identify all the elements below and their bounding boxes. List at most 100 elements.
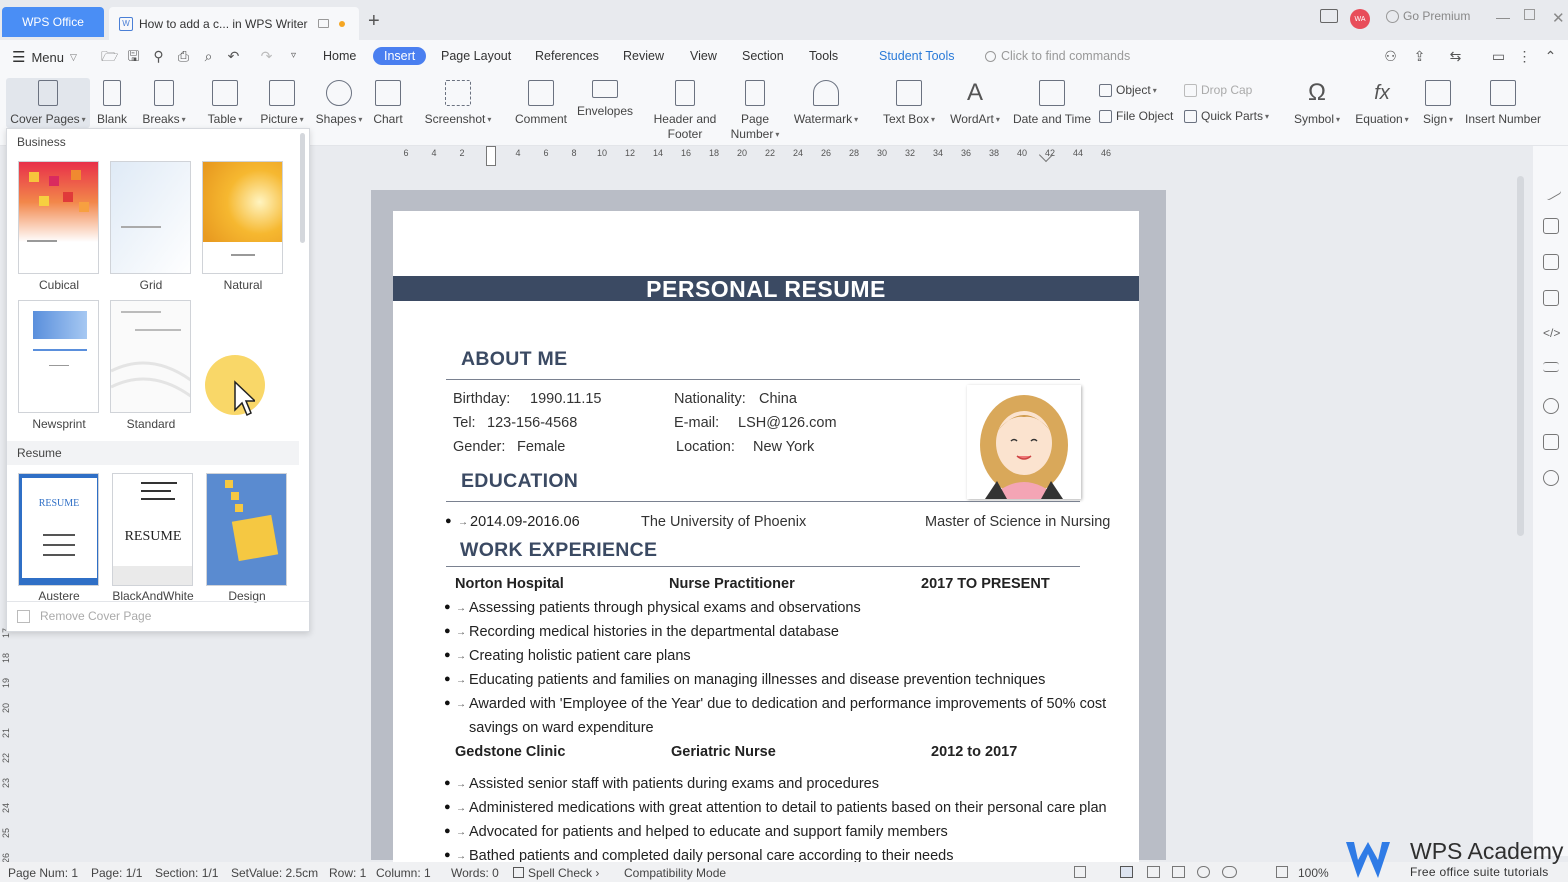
reading-view-icon[interactable]: [1172, 866, 1185, 878]
indent-marker-icon[interactable]: [486, 146, 496, 166]
object-button[interactable]: Object ▾: [1099, 83, 1157, 97]
status-column[interactable]: Column: 1: [376, 866, 431, 880]
fit-page-icon[interactable]: [1276, 866, 1288, 878]
help-icon[interactable]: [1543, 470, 1559, 486]
text-box-button[interactable]: Text Box ▾: [880, 78, 938, 127]
insert-number-button[interactable]: Insert Number: [1464, 78, 1542, 127]
sign-button[interactable]: Sign ▾: [1418, 78, 1458, 127]
select-pointer-icon[interactable]: [1543, 218, 1559, 234]
drop-cap-button[interactable]: Drop Cap: [1184, 83, 1252, 97]
shapes-button[interactable]: Shapes ▾: [314, 78, 364, 127]
wordart-button[interactable]: A WordArt ▾: [944, 78, 1006, 127]
panel-scrollbar[interactable]: [300, 133, 305, 243]
outline-icon[interactable]: [1543, 434, 1559, 450]
menu-button[interactable]: ☰ Menu ▽: [12, 48, 77, 66]
maximize-button[interactable]: [1524, 9, 1535, 20]
redo-icon[interactable]: ↷: [259, 49, 274, 63]
spell-check-button[interactable]: Spell Check ›: [513, 866, 599, 880]
file-object-button[interactable]: File Object: [1099, 109, 1173, 123]
cover-thumb-design[interactable]: [206, 473, 287, 586]
document-page[interactable]: PERSONAL RESUME ABOUT ME Birthday: 1990.…: [393, 211, 1139, 871]
collapse-ribbon-icon[interactable]: ⌃: [1543, 49, 1558, 63]
vertical-scrollbar[interactable]: [1515, 146, 1527, 846]
page-number-button[interactable]: Page Number ▾: [726, 78, 784, 142]
status-row[interactable]: Row: 1: [329, 866, 366, 880]
screenshot-button[interactable]: Screenshot ▾: [422, 78, 494, 127]
watermark-button[interactable]: Watermark ▾: [790, 78, 862, 127]
cover-thumb-newsprint[interactable]: [18, 300, 99, 413]
print-layout-icon[interactable]: [1120, 866, 1133, 878]
tab-home[interactable]: Home: [323, 49, 356, 63]
status-words[interactable]: Words: 0: [451, 866, 499, 880]
share-user-icon[interactable]: ⚇: [1383, 49, 1398, 63]
tab-insert[interactable]: Insert: [373, 47, 427, 65]
more-icon[interactable]: ⋮: [1517, 49, 1532, 63]
settings-sliders-icon[interactable]: [1543, 362, 1559, 372]
document-tab[interactable]: W How to add a c... in WPS Writer: [109, 7, 359, 40]
quick-parts-button[interactable]: Quick Parts ▾: [1184, 109, 1269, 123]
status-page[interactable]: Page: 1/1: [91, 866, 142, 880]
outline-view-icon[interactable]: [1147, 866, 1160, 878]
envelopes-button[interactable]: Envelopes: [576, 78, 634, 119]
profile-photo[interactable]: [967, 385, 1081, 499]
tab-tools[interactable]: Tools: [809, 49, 838, 63]
horizontal-ruler[interactable]: 6422468101214161820222426283032343638404…: [310, 146, 1515, 166]
window-mode-icon[interactable]: [318, 19, 329, 28]
print-icon[interactable]: ⎙: [176, 49, 191, 63]
zoom-level[interactable]: 100%: [1298, 866, 1329, 880]
cover-pages-button[interactable]: Cover Pages ▾: [6, 78, 90, 128]
code-icon[interactable]: </>: [1543, 326, 1560, 342]
edit-pen-icon[interactable]: [1540, 179, 1562, 201]
tab-review[interactable]: Review: [623, 49, 664, 63]
cover-thumb-natural[interactable]: [202, 161, 283, 274]
open-icon[interactable]: 🗁: [101, 49, 118, 63]
chart-button[interactable]: Chart: [370, 78, 406, 127]
share-icon[interactable]: ⇪: [1412, 49, 1427, 63]
sync-icon[interactable]: ⇆: [1448, 49, 1463, 63]
lock-icon[interactable]: [1543, 254, 1559, 270]
format-painter-icon[interactable]: ⚲: [151, 49, 166, 63]
web-view-icon[interactable]: [1197, 866, 1210, 878]
breaks-button[interactable]: Breaks ▾: [140, 78, 188, 127]
eye-protection-icon[interactable]: [1222, 866, 1237, 878]
go-premium-button[interactable]: Go Premium: [1386, 9, 1470, 23]
customize-quick-access-icon[interactable]: ▿: [286, 49, 301, 63]
tab-section[interactable]: Section: [742, 49, 784, 63]
equation-button[interactable]: fx Equation ▾: [1352, 78, 1412, 127]
minimize-button[interactable]: —: [1496, 9, 1510, 25]
vertical-ruler[interactable]: 17 18 19 20 21 22 23 24 25 26: [0, 600, 14, 863]
tab-view[interactable]: View: [690, 49, 717, 63]
print-preview-icon[interactable]: ⌕: [201, 49, 216, 63]
symbol-button[interactable]: Ω Symbol ▾: [1290, 78, 1344, 127]
avatar[interactable]: WA: [1350, 9, 1370, 29]
cover-thumb-austere[interactable]: RESUME: [18, 473, 99, 586]
tab-references[interactable]: References: [535, 49, 599, 63]
layout-icon[interactable]: [1320, 9, 1338, 23]
comment-icon[interactable]: ▭: [1491, 49, 1506, 63]
blank-page-button[interactable]: Blank: [94, 78, 130, 127]
find-commands-box[interactable]: Click to find commands: [985, 49, 1130, 63]
tab-student-tools[interactable]: Student Tools: [879, 49, 955, 63]
header-footer-button[interactable]: Header and Footer: [652, 78, 718, 142]
wps-office-tab[interactable]: WPS Office: [2, 7, 104, 37]
new-tab-button[interactable]: +: [368, 10, 380, 33]
status-setvalue[interactable]: SetValue: 2.5cm: [231, 866, 318, 880]
status-page-num[interactable]: Page Num: 1: [8, 866, 78, 880]
cover-thumb-blackandwhite[interactable]: RESUME: [112, 473, 193, 586]
tab-page-layout[interactable]: Page Layout: [441, 49, 511, 63]
status-section[interactable]: Section: 1/1: [155, 866, 218, 880]
cover-thumb-cubical[interactable]: [18, 161, 99, 274]
table-button[interactable]: Table ▾: [204, 78, 246, 127]
picture-button[interactable]: Picture ▾: [257, 78, 307, 127]
undo-icon[interactable]: ↶: [226, 49, 241, 63]
page-view-icon[interactable]: [1074, 866, 1086, 878]
date-time-button[interactable]: Date and Time: [1012, 78, 1092, 127]
history-icon[interactable]: [1543, 398, 1559, 414]
remove-cover-page-button[interactable]: Remove Cover Page: [17, 609, 151, 623]
comment-button[interactable]: Comment: [512, 78, 570, 127]
save-icon[interactable]: 🖫: [126, 49, 141, 63]
cover-thumb-grid[interactable]: [110, 161, 191, 274]
review-icon[interactable]: [1543, 290, 1559, 306]
cover-thumb-standard[interactable]: [110, 300, 191, 413]
close-button[interactable]: ✕: [1552, 9, 1565, 27]
